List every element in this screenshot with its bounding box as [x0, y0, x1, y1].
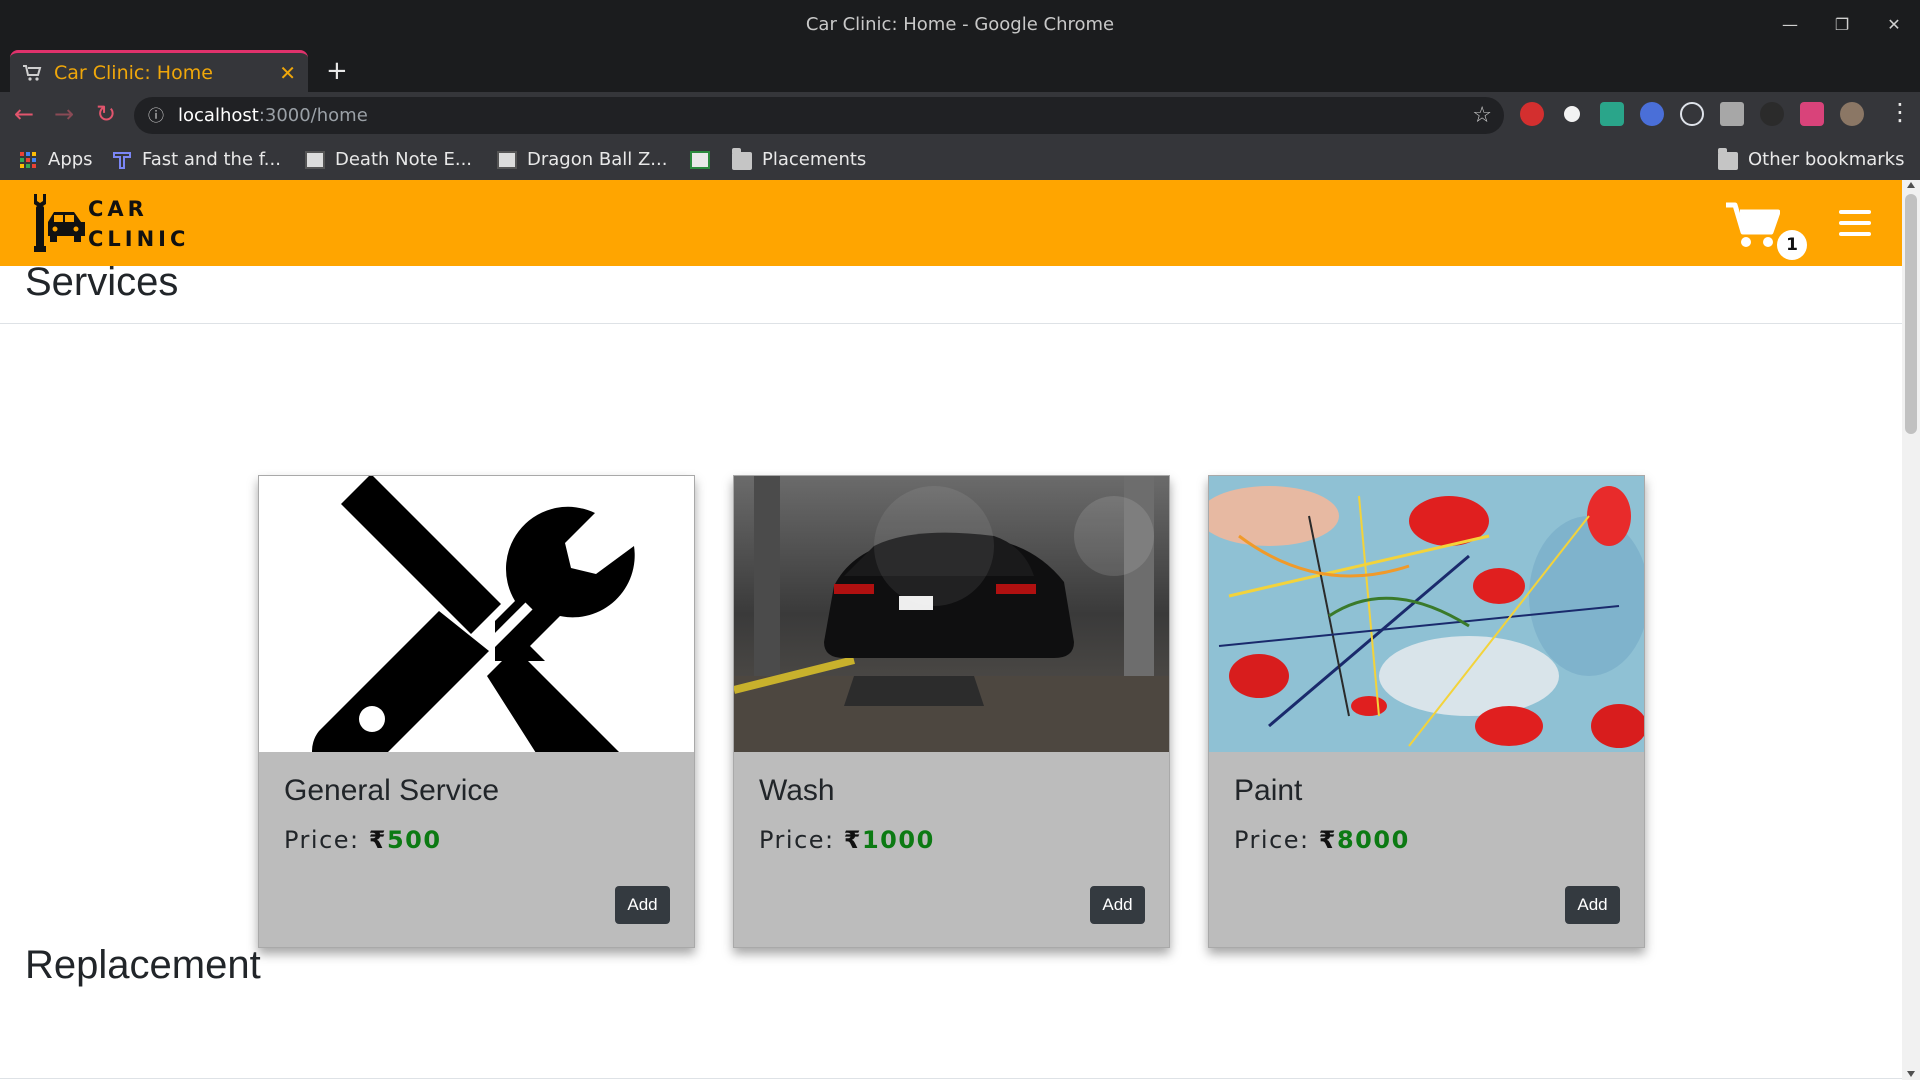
rupee-icon: ₹	[843, 826, 862, 854]
close-window-icon[interactable]: ✕	[1868, 0, 1920, 50]
service-price: Price: ₹1000	[759, 826, 935, 854]
bookmark-label: Dragon Ball Z...	[527, 149, 668, 170]
brand-line-1: CAR	[88, 197, 148, 221]
back-icon[interactable]: ←	[14, 100, 34, 128]
bookmark-label: Fast and the f...	[142, 149, 281, 170]
window-title: Car Clinic: Home - Google Chrome	[805, 14, 1115, 35]
site-navbar: CAR CLINIC 1	[0, 180, 1902, 266]
service-price: Price: ₹500	[284, 826, 442, 854]
service-price: Price: ₹8000	[1234, 826, 1410, 854]
section-divider	[0, 1078, 1902, 1079]
shopping-cart-icon[interactable]	[1726, 202, 1780, 248]
brand-name[interactable]: CAR CLINIC	[88, 194, 189, 254]
service-card-general: General Service Price: ₹500 Add	[258, 475, 695, 948]
car-wrench-logo-icon[interactable]	[24, 190, 90, 256]
restore-icon[interactable]: ❐	[1816, 0, 1868, 50]
dragon-ball-favicon-icon	[497, 150, 517, 169]
cart-favicon-icon	[23, 64, 42, 81]
extension-bird-icon[interactable]	[1760, 102, 1784, 126]
service-name: Paint	[1234, 774, 1303, 807]
scrollbar-thumb[interactable]	[1905, 194, 1917, 434]
extension-globe-icon[interactable]	[1640, 102, 1664, 126]
folder-icon	[732, 148, 752, 170]
service-card-paint: Paint Price: ₹8000 Add	[1208, 475, 1645, 948]
extension-adblock-icon[interactable]	[1520, 102, 1544, 126]
service-image-wash	[734, 476, 1169, 752]
bookmark-unnamed[interactable]	[690, 139, 720, 180]
page-viewport: CAR CLINIC 1 Services General Service Pr…	[0, 180, 1902, 1080]
hamburger-menu-icon[interactable]	[1839, 210, 1871, 243]
bookmark-star-icon[interactable]: ☆	[1472, 97, 1492, 134]
extension-r-icon[interactable]	[1720, 102, 1744, 126]
price-amount: 500	[386, 826, 442, 854]
window-titlebar: Car Clinic: Home - Google Chrome — ❐ ✕	[0, 0, 1920, 50]
price-amount: 1000	[861, 826, 935, 854]
price-label: Price:	[284, 826, 360, 854]
bookmark-apps[interactable]: Apps	[18, 139, 93, 180]
tab-title: Car Clinic: Home	[54, 61, 213, 84]
cart-count-badge: 1	[1777, 230, 1807, 260]
bookmark-label: Death Note E...	[335, 149, 473, 170]
extension-circle-icon[interactable]	[1560, 102, 1584, 126]
bookmark-label: Placements	[762, 149, 867, 170]
scroll-up-arrow-icon[interactable]	[1907, 182, 1915, 188]
browser-toolbar: ← → ↻ ⓘ localhost:3000/home ☆ ⋮	[0, 92, 1920, 139]
bookmarks-bar: Apps Fast and the f... Death Note E... D…	[0, 139, 1920, 180]
rupee-icon: ₹	[1318, 826, 1337, 854]
bookmark-other[interactable]: Other bookmarks	[1718, 139, 1904, 180]
minimize-icon[interactable]: —	[1764, 0, 1816, 50]
apps-grid-icon	[20, 151, 36, 168]
bookmark-fast-and-furious[interactable]: Fast and the f...	[112, 139, 281, 180]
extensions-puzzle-icon[interactable]	[1800, 102, 1824, 126]
service-name: Wash	[759, 774, 835, 807]
service-image-paint	[1209, 476, 1644, 752]
bookmark-death-note[interactable]: Death Note E...	[305, 139, 472, 180]
extension-react-icon[interactable]	[1680, 102, 1704, 126]
green-s-favicon-icon	[690, 150, 710, 169]
price-label: Price:	[1234, 826, 1310, 854]
forward-icon[interactable]: →	[54, 100, 74, 128]
url-path: :3000/home	[258, 105, 368, 126]
section-divider	[0, 323, 1902, 324]
add-general-service-button[interactable]: Add	[615, 886, 670, 924]
tab-strip: Car Clinic: Home ✕ +	[0, 50, 1920, 92]
price-amount: 8000	[1336, 826, 1410, 854]
bookmark-dragon-ball[interactable]: Dragon Ball Z...	[497, 139, 667, 180]
extension-s-icon[interactable]	[1600, 102, 1624, 126]
tab-close-icon[interactable]: ✕	[279, 61, 296, 85]
add-wash-button[interactable]: Add	[1090, 886, 1145, 924]
scroll-down-arrow-icon[interactable]	[1907, 1071, 1915, 1077]
section-title-services: Services	[25, 260, 179, 304]
car-wash-photo	[734, 476, 1169, 752]
window-controls: — ❐ ✕	[1764, 0, 1920, 50]
brand-line-2: CLINIC	[88, 227, 190, 251]
url-host: localhost	[178, 105, 259, 126]
new-tab-icon[interactable]: +	[326, 56, 348, 86]
rupee-icon: ₹	[368, 826, 387, 854]
service-image-general	[259, 476, 694, 752]
service-name: General Service	[284, 774, 500, 807]
address-bar[interactable]: ⓘ localhost:3000/home ☆	[134, 97, 1504, 134]
chrome-menu-icon[interactable]: ⋮	[1888, 98, 1912, 126]
abstract-paint-photo	[1209, 476, 1644, 752]
t-logo-icon	[113, 151, 131, 169]
site-info-icon[interactable]: ⓘ	[148, 97, 164, 134]
add-paint-button[interactable]: Add	[1565, 886, 1620, 924]
price-label: Price:	[759, 826, 835, 854]
section-title-replacement: Replacement	[25, 943, 261, 987]
death-note-favicon-icon	[305, 150, 325, 169]
service-card-wash: Wash Price: ₹1000 Add	[733, 475, 1170, 948]
bookmark-placements[interactable]: Placements	[732, 139, 866, 180]
profile-avatar[interactable]	[1840, 102, 1864, 126]
tab-car-clinic[interactable]: Car Clinic: Home ✕	[10, 50, 308, 92]
other-bookmarks-label: Other bookmarks	[1748, 149, 1905, 170]
folder-icon	[1718, 148, 1738, 170]
page-scrollbar[interactable]	[1902, 180, 1920, 1080]
wrench-screwdriver-icon	[312, 476, 635, 752]
reload-icon[interactable]: ↻	[96, 100, 116, 128]
bookmark-label: Apps	[48, 149, 93, 170]
